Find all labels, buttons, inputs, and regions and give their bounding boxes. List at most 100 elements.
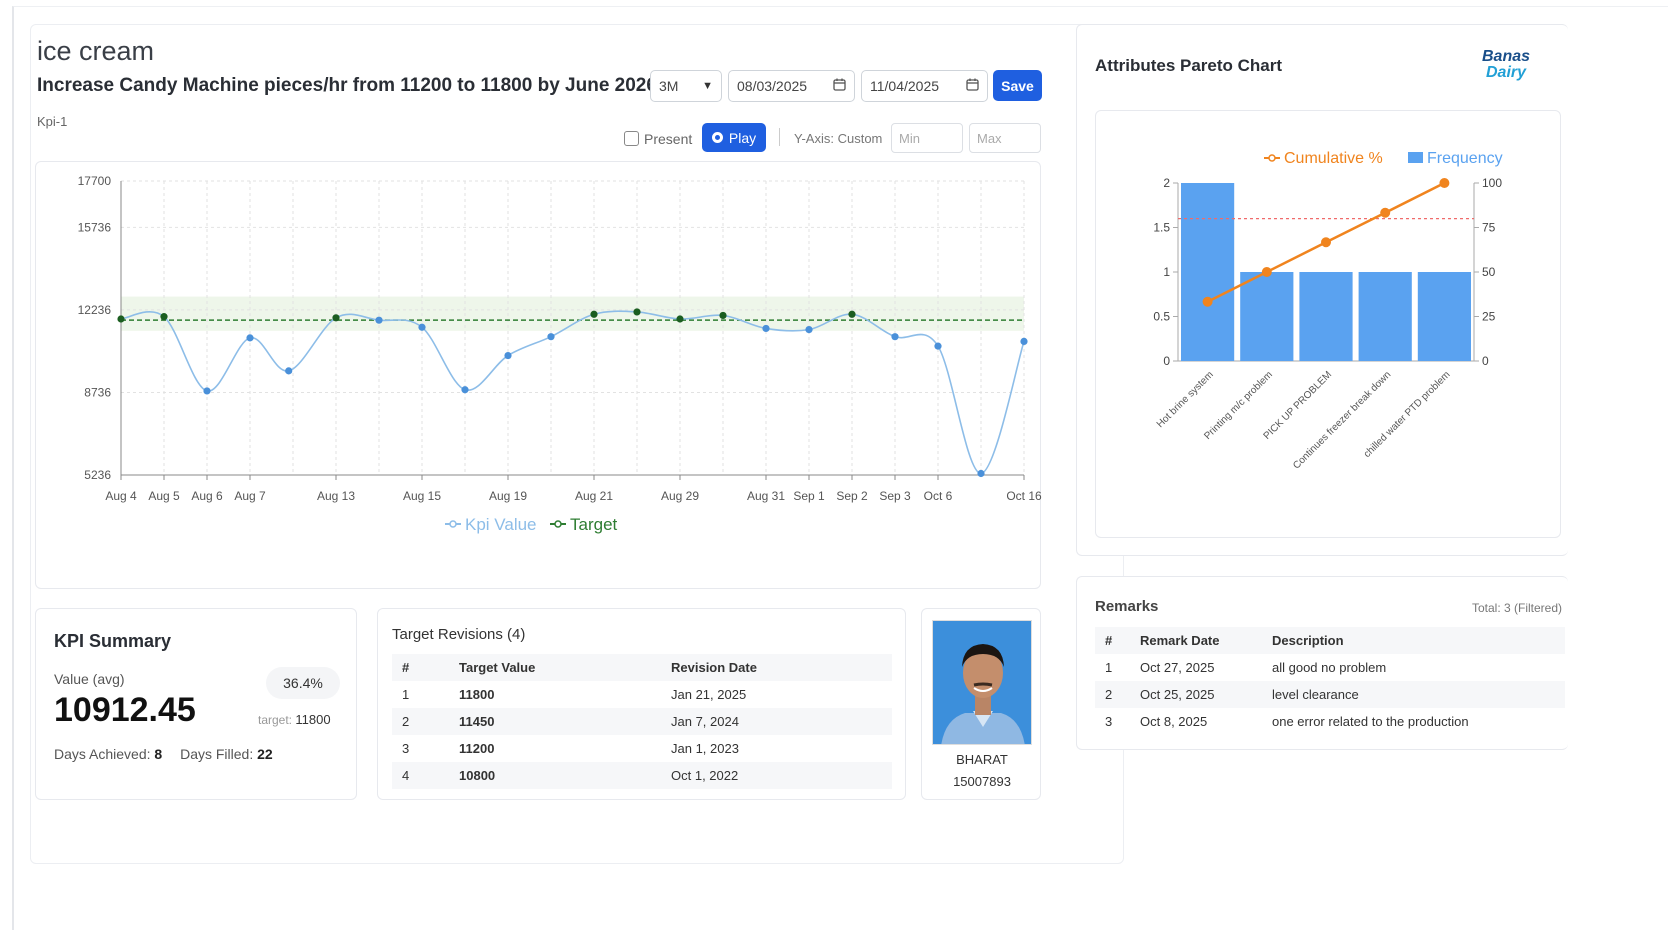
table-cell: Oct 25, 2025 (1140, 681, 1272, 708)
kpi-point (719, 311, 727, 320)
owner-avatar (932, 620, 1032, 745)
play-icon (711, 132, 723, 143)
table-cell: 2 (392, 708, 459, 735)
kpi-point (633, 308, 641, 316)
kpi-point (418, 323, 426, 331)
remarks-table: # Remark Date Description 1 Oct 27, 2025 a… (1095, 627, 1565, 735)
kpi-point (1020, 337, 1028, 345)
target-revisions-table: # Target Value Revision Date 1 11800 Jan 2… (392, 654, 892, 789)
play-button-label: Play (728, 129, 757, 146)
table-cell: level clearance (1272, 681, 1565, 708)
calendar-icon (833, 78, 846, 94)
y-right-tick-label: 75 (1482, 221, 1496, 235)
banas-dairy-logo: Banas Dairy (1482, 49, 1530, 81)
kpi-point (375, 316, 383, 324)
value-avg-label: Value (avg) (54, 671, 125, 687)
period-select-value: 3M (659, 78, 679, 94)
y-right-tick-label: 0 (1482, 354, 1489, 368)
x-tick-label: Aug 29 (661, 489, 699, 503)
logo-line-1: Banas (1482, 48, 1531, 65)
kpi-point (891, 333, 899, 341)
table-row: 2 11450 Jan 7, 2024 (392, 708, 892, 735)
frequency-bar (1299, 272, 1353, 361)
save-button[interactable]: Save (993, 70, 1042, 101)
kpi-point (461, 386, 469, 394)
table-cell: all good no problem (1272, 660, 1387, 675)
legend-target-label: Target (570, 515, 618, 534)
days-achieved-label: Days Achieved: (54, 746, 151, 762)
start-date-input[interactable]: 08/03/2025 (728, 70, 855, 102)
pareto-chart: 00.511.520255075100Hot brine systemPrint… (1153, 150, 1503, 471)
x-tick-label: Hot brine system (1155, 369, 1216, 430)
kpi-point (762, 324, 770, 333)
x-tick-label: Sep 1 (793, 489, 825, 503)
divider (779, 128, 780, 146)
target-value: 11800 (295, 712, 331, 727)
cumulative-point (1380, 207, 1391, 218)
end-date-input[interactable]: 11/04/2025 (861, 70, 988, 102)
kpi-point (285, 367, 293, 375)
y-left-tick-label: 0 (1163, 354, 1170, 368)
play-button[interactable]: Play (702, 123, 766, 152)
kpi-summary-title: KPI Summary (54, 631, 172, 651)
cumulative-point (1202, 296, 1213, 307)
table-cell: 1 (402, 687, 410, 702)
y-right-tick-label: 50 (1482, 265, 1496, 279)
table-header-row: # Target Value Revision Date (392, 654, 892, 681)
col-header: # (1095, 627, 1140, 654)
y-left-tick-label: 2 (1163, 176, 1170, 190)
x-tick-label: Aug 7 (234, 489, 266, 503)
kpi-summary-card: KPI Summary Value (avg) 10912.45 36.4% t… (35, 608, 357, 800)
legend-target-marker (554, 520, 562, 528)
table-cell: 10800 (459, 762, 671, 789)
days-achieved-value: 8 (154, 746, 163, 762)
table-cell: 3 (402, 741, 410, 756)
legend-freq-swatch (1408, 152, 1423, 163)
legend-cum-label: Cumulative % (1284, 150, 1383, 167)
value-avg: 10912.45 (54, 691, 196, 729)
y-left-tick-label: 1.5 (1153, 221, 1170, 235)
x-tick-label: Aug 6 (191, 489, 223, 503)
kpi-point (160, 313, 168, 321)
kpi-code-label: Kpi-1 (37, 114, 68, 129)
y-max-input[interactable]: Max (969, 123, 1041, 153)
owner-id: 15007893 (953, 774, 1011, 789)
remarks-card: Remarks Total: 3 (Filtered) # Remark Dat… (1076, 576, 1568, 750)
present-checkbox[interactable] (624, 131, 639, 146)
present-label: Present (644, 131, 693, 147)
y-axis-label: Y-Axis: Custom (794, 131, 883, 146)
table-row: 3 Oct 8, 2025 one error related to the pro… (1095, 708, 1565, 735)
chevron-down-icon: ▼ (702, 80, 713, 92)
x-tick-label: Aug 21 (575, 489, 613, 503)
target-label: target: 11800 (258, 712, 331, 727)
kpi-point (246, 334, 254, 342)
x-tick-label: Aug 31 (747, 489, 785, 503)
target-label-text: target: (258, 713, 293, 727)
start-date-value: 08/03/2025 (737, 78, 808, 94)
frequency-bar (1181, 183, 1235, 361)
period-select[interactable]: 3M ▼ (650, 70, 722, 102)
y-tick-label: 17700 (78, 174, 112, 188)
kpi-chart-card: 5236 8736 12236 15736 17700 Aug 4 Aug 5 Aug 6 Au… (35, 161, 1042, 589)
y-left-tick-label: 1 (1163, 265, 1170, 279)
kpi-point (977, 469, 985, 478)
legend-freq-label: Frequency (1427, 150, 1503, 167)
x-tick-label: Oct 6 (924, 489, 953, 503)
x-tick-label: Aug 4 (105, 489, 137, 503)
target-revisions-title: Target Revisions (4) (392, 626, 526, 643)
col-header: Remark Date (1140, 627, 1272, 654)
table-cell: Oct 27, 2025 (1140, 660, 1215, 675)
x-tick-label: Continues freezer break down (1291, 369, 1393, 471)
x-tick-label: Aug 13 (317, 489, 355, 503)
target-band (121, 296, 1024, 331)
kpi-point (848, 310, 856, 318)
kpi-point (203, 387, 211, 395)
cumulative-point (1321, 237, 1331, 248)
days-stats: Days Achieved: 8 Days Filled: 22 (54, 746, 273, 762)
y-min-input[interactable]: Min (891, 123, 963, 153)
table-row: 2 Oct 25, 2025 level clearance (1095, 681, 1565, 708)
kpi-point (676, 315, 684, 323)
table-cell: 4 (392, 762, 459, 789)
kpi-point (590, 310, 598, 318)
page-title: ice cream (37, 36, 155, 66)
